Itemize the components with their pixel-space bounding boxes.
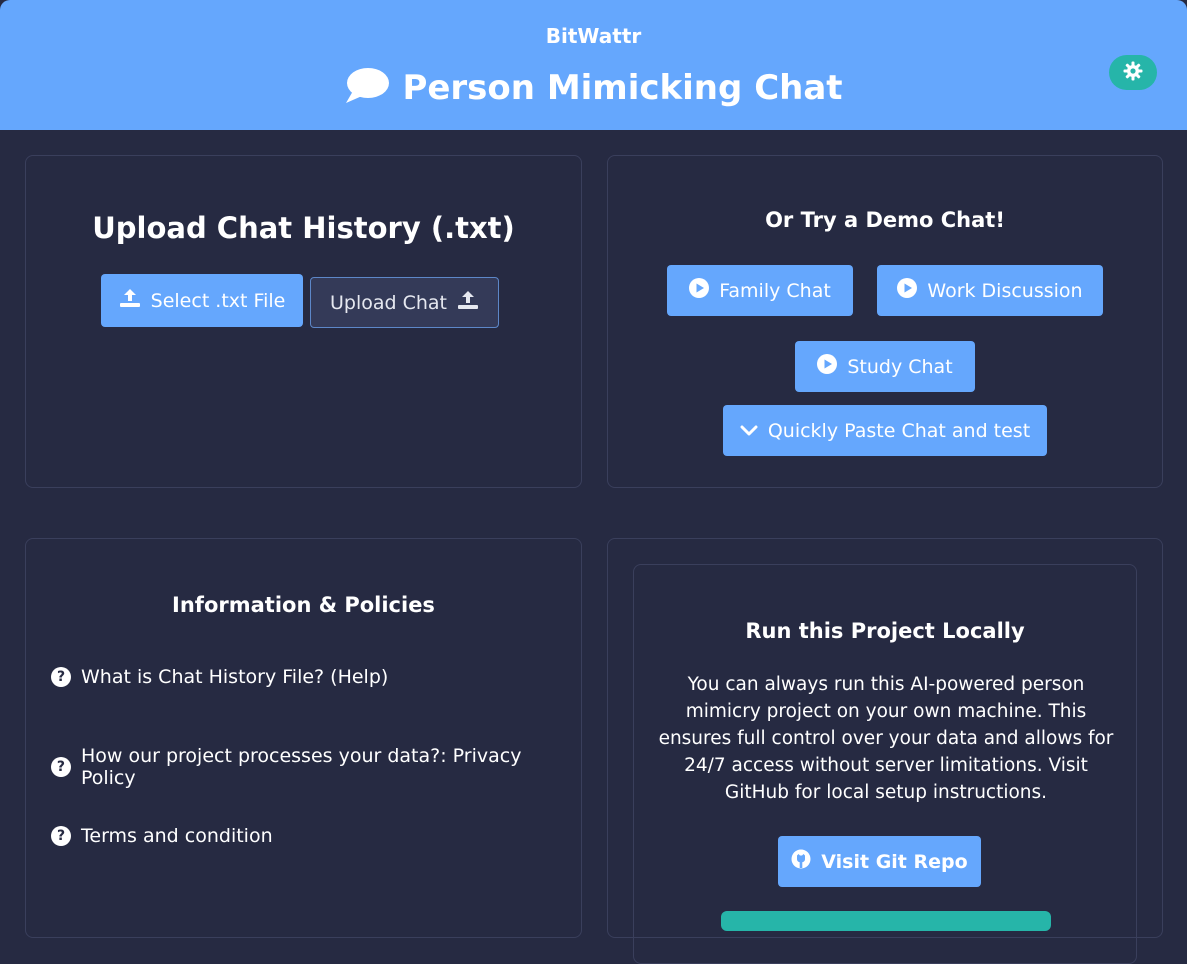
local-run-panel: Run this Project Locally You can always … [633,564,1137,964]
play-circle-icon [897,278,918,303]
play-circle-icon [689,278,710,303]
demo-button-label: Work Discussion [927,279,1083,302]
demo-heading: Or Try a Demo Chat! [765,208,1005,232]
privacy-policy-link[interactable]: ? How our project processes your data?: … [51,745,581,789]
upload-icon [119,288,141,313]
upload-icon [457,290,479,315]
terms-label: Terms and condition [81,825,273,847]
chevron-down-icon [740,420,758,442]
demo-button-label: Family Chat [719,279,831,302]
terms-link[interactable]: ? Terms and condition [51,825,273,847]
select-file-label: Select .txt File [150,289,286,312]
demo-button-label: Study Chat [847,355,953,378]
demo-family-chat-button[interactable]: Family Chat [667,265,853,316]
help-link-label: What is Chat History File? (Help) [81,666,389,688]
local-run-heading: Run this Project Locally [745,619,1025,643]
local-run-description: You can always run this AI-powered perso… [658,674,1114,803]
info-heading: Information & Policies [172,593,435,617]
help-link[interactable]: ? What is Chat History File? (Help) [51,666,388,688]
privacy-policy-label: How our project processes your data?: Pr… [80,745,522,789]
secondary-action-button[interactable] [721,911,1051,931]
question-circle-icon: ? [51,667,71,687]
theme-toggle-button[interactable] [1109,55,1157,90]
speech-bubble-icon [344,66,390,110]
page-title-row: Person Mimicking Chat [0,66,1187,110]
paste-chat-label: Quickly Paste Chat and test [767,419,1031,442]
github-icon [791,849,811,874]
demo-card: Or Try a Demo Chat! Family Chat Work Dis… [607,155,1163,488]
info-card: Information & Policies ? What is Chat Hi… [25,538,582,938]
upload-chat-label: Upload Chat [329,291,447,314]
gear-icon [1123,61,1143,85]
upload-chat-button[interactable]: Upload Chat [310,277,499,328]
local-run-card: Run this Project Locally You can always … [607,538,1163,964]
upload-card: Upload Chat History (.txt) Select .txt F… [25,155,582,488]
visit-git-repo-label: Visit Git Repo [821,850,968,873]
upload-heading: Upload Chat History (.txt) [92,211,515,245]
demo-study-chat-button[interactable]: Study Chat [795,341,975,392]
demo-work-discussion-button[interactable]: Work Discussion [877,265,1103,316]
page-title: Person Mimicking Chat [402,68,843,108]
visit-git-repo-button[interactable]: Visit Git Repo [778,836,981,887]
app-header: BitWattr Person Mimicking Chat [0,0,1187,130]
paste-chat-toggle-button[interactable]: Quickly Paste Chat and test [723,405,1047,456]
question-circle-icon: ? [51,757,71,777]
select-file-button[interactable]: Select .txt File [101,274,303,327]
question-circle-icon: ? [51,826,71,846]
brand-name: BitWattr [545,24,642,48]
play-circle-icon [817,354,838,379]
